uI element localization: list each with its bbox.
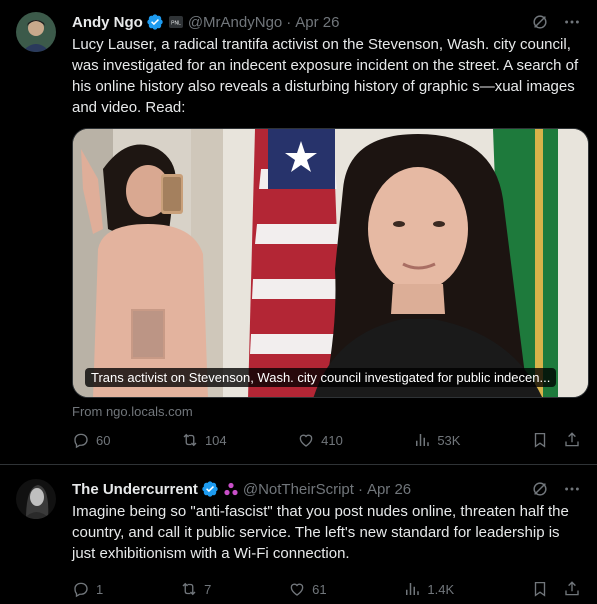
display-name[interactable]: Andy Ngo [72,14,143,31]
repost-count: 7 [204,581,212,597]
repost-icon [183,433,197,447]
tweet[interactable]: The Undercurrent @NotTheirScript · Apr 2… [0,465,597,604]
tweet-text: Lucy Lauser, a radical trantifa activist… [72,36,579,116]
share-icon [565,581,579,596]
grok-icon[interactable] [531,13,549,31]
tweet-text: Imagine being so "anti-fascist" that you… [72,503,569,562]
repost-count: 104 [204,432,227,448]
repost-icon [182,582,196,596]
reply-button[interactable]: 60 [72,431,110,449]
affiliate-badge-icon[interactable]: PNL [168,14,184,30]
more-options-icon[interactable] [563,13,581,31]
more-options-icon[interactable] [563,480,581,498]
like-button[interactable]: 410 [297,431,343,449]
reply-button[interactable]: 1 [72,580,103,598]
share-icon [565,432,579,447]
like-count: 61 [312,581,327,597]
affiliate-badge-icon[interactable] [223,481,239,497]
display-name[interactable]: The Undercurrent [72,481,198,498]
verified-badge-icon[interactable] [146,13,164,31]
card-source[interactable]: From ngo.locals.com [72,404,581,419]
reply-count: 60 [96,432,111,448]
views-button[interactable]: 53K [413,431,460,449]
views-icon [406,583,420,595]
bookmark-icon [534,581,546,597]
reply-count: 1 [96,581,104,597]
svg-text:PNL: PNL [171,21,181,27]
card-caption: Trans activist on Stevenson, Wash. city … [85,368,557,387]
share-button[interactable] [563,580,581,598]
reply-icon [74,433,88,449]
bookmark-button[interactable] [531,580,549,598]
timestamp[interactable]: Apr 26 [367,481,411,498]
timestamp[interactable]: Apr 26 [295,14,339,31]
separator: · [286,13,292,31]
view-count: 53K [437,432,461,448]
grok-icon[interactable] [531,480,549,498]
handle[interactable]: @NotTheirScript [243,481,354,498]
avatar[interactable] [16,12,56,52]
separator: · [357,480,363,498]
tweet[interactable]: Andy Ngo PNL @MrAndyNgo · Apr 26 Lucy La… [0,0,597,465]
verified-badge-icon[interactable] [201,480,219,498]
action-bar: 60 104 410 53K [72,431,581,449]
avatar[interactable] [16,479,56,519]
like-button[interactable]: 61 [288,580,327,598]
view-count: 1.4K [427,581,455,597]
views-button[interactable]: 1.4K [403,580,454,598]
handle[interactable]: @MrAndyNgo [188,14,282,31]
views-icon [416,434,430,446]
repost-button[interactable]: 7 [180,580,211,598]
repost-button[interactable]: 104 [181,431,227,449]
link-card[interactable]: Trans activist on Stevenson, Wash. city … [72,128,589,398]
tweet-header: The Undercurrent @NotTheirScript · Apr 2… [72,479,581,499]
heart-icon [290,583,304,596]
share-button[interactable] [563,431,581,449]
reply-icon [74,582,88,598]
card-image [73,129,588,397]
action-bar: 1 7 61 1.4K [72,580,581,598]
tweet-header: Andy Ngo PNL @MrAndyNgo · Apr 26 [72,12,581,32]
heart-icon [299,434,313,447]
bookmark-button[interactable] [531,431,549,449]
bookmark-icon [534,432,546,448]
like-count: 410 [321,432,343,448]
